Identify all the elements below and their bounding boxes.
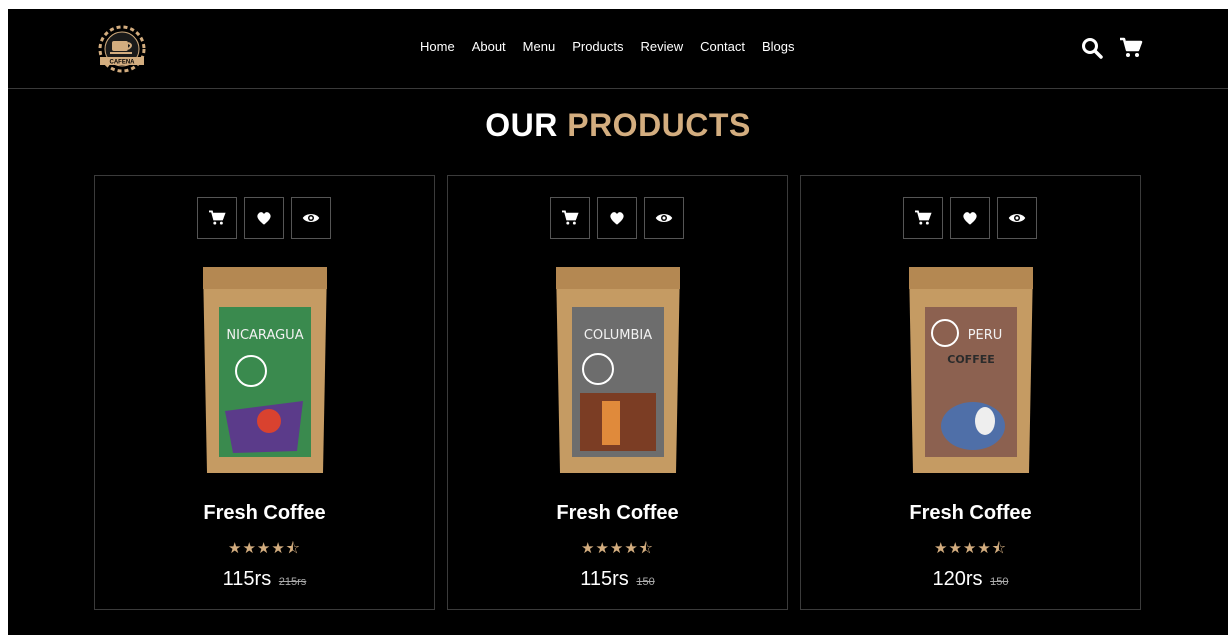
current-price: 120rs [932,568,983,590]
cart-icon [209,210,226,225]
price: 120rs 150 [801,568,1140,591]
title-part-1: OUR [485,107,558,143]
bag-label: NICARAGUA [226,328,303,343]
cafena-logo[interactable]: CAFENA [92,19,152,79]
search-icon[interactable] [1081,37,1103,59]
cart-icon[interactable] [1119,37,1143,59]
product-image[interactable]: COLUMBIA [552,261,684,479]
wishlist-button[interactable] [244,197,284,239]
current-price: 115rs [222,568,272,590]
site-header: CAFENA Home About Menu Products Review C… [8,9,1228,89]
current-price: 115rs [580,568,629,590]
eye-icon [1008,214,1026,222]
nav-products[interactable]: Products [572,39,623,54]
main-nav: Home About Menu Products Review Contact … [420,39,811,54]
nav-blogs[interactable]: Blogs [762,39,795,54]
old-price: 150 [990,576,1009,588]
quick-view-button[interactable] [291,197,331,239]
product-title[interactable]: Fresh Coffee [95,502,434,525]
card-actions [903,197,1037,239]
product-title[interactable]: Fresh Coffee [801,502,1140,525]
quick-view-button[interactable] [997,197,1037,239]
nav-home[interactable]: Home [420,39,455,54]
svg-text:COFFEE: COFFEE [947,353,994,366]
price: 115rs 150 [448,568,787,591]
heart-icon [610,212,624,225]
old-price: 215rs [278,576,307,588]
products-grid: NICARAGUA Fresh Coffee ★★★★⯪ 115rs 215rs [94,175,1142,611]
product-card: COLUMBIA Fresh Coffee ★★★★⯪ 115rs 150 [447,175,788,610]
product-image[interactable]: NICARAGUA [199,261,331,479]
eye-icon [302,214,320,222]
bag-label: COLUMBIA [584,328,652,343]
card-actions [550,197,684,239]
cart-icon [562,210,579,225]
product-title[interactable]: Fresh Coffee [448,502,787,525]
card-actions [197,197,331,239]
product-image[interactable]: PERU COFFEE [905,261,1037,479]
bag-label: PERU [968,328,1003,343]
rating-stars: ★★★★⯪ [228,540,301,557]
wishlist-button[interactable] [950,197,990,239]
nav-menu[interactable]: Menu [523,39,556,54]
product-card: NICARAGUA Fresh Coffee ★★★★⯪ 115rs 215rs [94,175,435,610]
logo-text: CAFENA [110,60,136,66]
nav-about[interactable]: About [472,39,506,54]
add-to-cart-button[interactable] [903,197,943,239]
nav-review[interactable]: Review [641,39,684,54]
product-card: PERU COFFEE Fresh Coffee ★★★★⯪ 120rs 150 [800,175,1141,610]
cart-icon [915,210,932,225]
rating-stars: ★★★★⯪ [581,540,654,557]
eye-icon [655,214,673,222]
heart-icon [963,212,977,225]
quick-view-button[interactable] [644,197,684,239]
rating-stars: ★★★★⯪ [934,540,1007,557]
add-to-cart-button[interactable] [197,197,237,239]
nav-contact[interactable]: Contact [700,39,745,54]
header-actions [1081,37,1143,59]
old-price: 150 [636,576,655,588]
heart-icon [257,212,271,225]
price: 115rs 215rs [95,568,434,591]
page-viewport: CAFENA Home About Menu Products Review C… [8,9,1228,635]
title-part-2: PRODUCTS [567,107,751,143]
wishlist-button[interactable] [597,197,637,239]
section-title: OUR PRODUCTS [8,107,1228,144]
add-to-cart-button[interactable] [550,197,590,239]
